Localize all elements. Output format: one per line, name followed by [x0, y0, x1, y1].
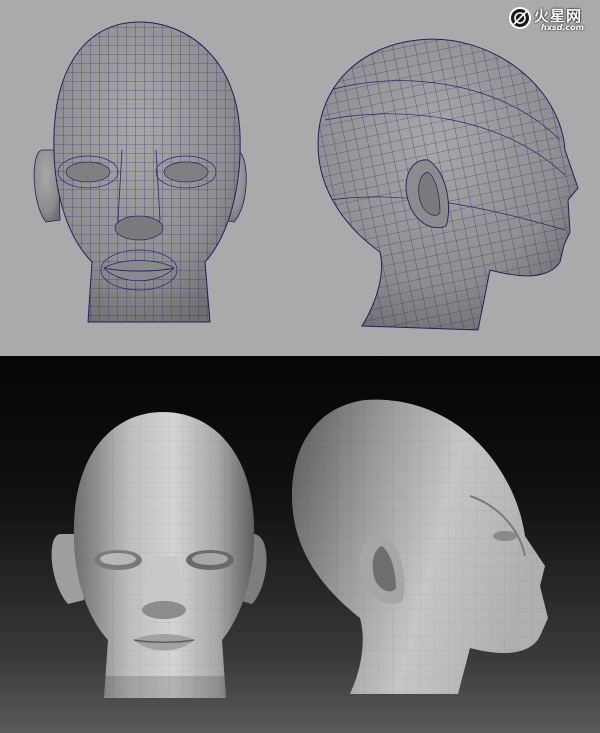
- side-shaded-head: [292, 399, 548, 694]
- front-shaded-head: [51, 412, 267, 698]
- shaded-panel: [0, 356, 600, 733]
- site-url: hxsd.com: [541, 23, 584, 32]
- side-wireframe-head: [317, 38, 579, 331]
- hxsd-watermark: 火星网 hxsd.com: [508, 4, 596, 34]
- front-wireframe-head: [33, 21, 247, 323]
- wireframe-panel: 火星网 hxsd.com: [0, 0, 600, 356]
- wireframe-canvas: [33, 21, 579, 331]
- screenshot-root: 火星网 hxsd.com: [0, 0, 600, 733]
- shaded-canvas: [51, 399, 548, 698]
- hxsd-logo-emblem-icon: [509, 7, 531, 29]
